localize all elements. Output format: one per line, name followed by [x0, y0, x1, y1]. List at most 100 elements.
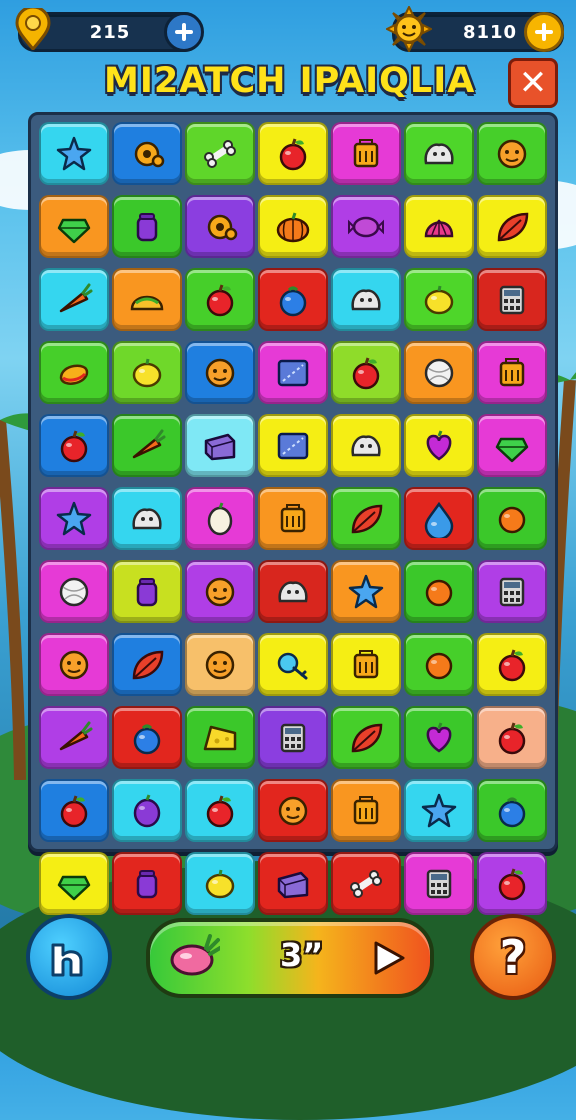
tile[interactable] [39, 852, 109, 915]
tile[interactable] [112, 706, 182, 769]
tile[interactable] [477, 706, 547, 769]
tile[interactable] [185, 195, 255, 258]
tile[interactable] [185, 487, 255, 550]
calc-icon [499, 577, 525, 606]
tile[interactable] [112, 633, 182, 696]
gem-icon [495, 437, 529, 462]
tile[interactable] [331, 487, 401, 550]
tile[interactable] [185, 414, 255, 477]
tile[interactable] [185, 268, 255, 331]
question-icon: ? [499, 930, 527, 984]
add-right-currency-button[interactable] [524, 12, 564, 52]
tile[interactable] [258, 341, 328, 404]
tile[interactable] [331, 633, 401, 696]
tile[interactable] [39, 341, 109, 404]
tile[interactable] [477, 414, 547, 477]
tile[interactable] [39, 633, 109, 696]
tile[interactable] [331, 560, 401, 623]
tile[interactable] [404, 341, 474, 404]
tile[interactable] [477, 195, 547, 258]
tile[interactable] [331, 779, 401, 842]
tile[interactable] [331, 341, 401, 404]
tile[interactable] [331, 122, 401, 185]
tile[interactable] [112, 560, 182, 623]
tile[interactable] [112, 341, 182, 404]
tile[interactable] [39, 779, 109, 842]
tile[interactable] [404, 706, 474, 769]
tile[interactable] [258, 560, 328, 623]
tile[interactable] [477, 487, 547, 550]
tile[interactable] [39, 268, 109, 331]
tile[interactable] [39, 560, 109, 623]
add-left-currency-button[interactable] [164, 12, 204, 52]
tile[interactable] [185, 779, 255, 842]
blob-icon [278, 580, 308, 602]
tile[interactable] [404, 633, 474, 696]
tile[interactable] [185, 633, 255, 696]
tile[interactable] [404, 195, 474, 258]
tile[interactable] [477, 341, 547, 404]
tile[interactable] [404, 414, 474, 477]
tile[interactable] [477, 560, 547, 623]
tile[interactable] [112, 268, 182, 331]
tile[interactable] [331, 414, 401, 477]
tile[interactable] [331, 706, 401, 769]
tile[interactable] [39, 487, 109, 550]
tile[interactable] [258, 487, 328, 550]
tile[interactable] [185, 341, 255, 404]
tile[interactable] [404, 268, 474, 331]
face-icon [59, 650, 89, 679]
tile[interactable] [477, 852, 547, 915]
tile[interactable] [112, 487, 182, 550]
apple-icon [60, 795, 88, 827]
tile[interactable] [404, 122, 474, 185]
carrot-icon [59, 721, 93, 750]
tile[interactable] [404, 487, 474, 550]
pin-coin-icon [15, 8, 51, 50]
tile[interactable] [258, 706, 328, 769]
tile[interactable] [404, 560, 474, 623]
leaf-icon [351, 504, 383, 533]
help-button[interactable]: ? [470, 914, 556, 1000]
tile[interactable] [39, 122, 109, 185]
tile[interactable] [331, 852, 401, 915]
close-button[interactable]: ✕ [508, 58, 558, 108]
home-button[interactable] [26, 914, 112, 1000]
plus-icon [175, 23, 193, 41]
tile[interactable] [331, 268, 401, 331]
tile[interactable] [258, 122, 328, 185]
tile[interactable] [404, 779, 474, 842]
tile[interactable] [258, 779, 328, 842]
tile[interactable] [331, 195, 401, 258]
tile[interactable] [477, 779, 547, 842]
tile[interactable] [258, 195, 328, 258]
tile[interactable] [404, 852, 474, 915]
tile[interactable] [185, 560, 255, 623]
radish-icon [170, 934, 220, 976]
tile[interactable] [477, 268, 547, 331]
play-timer-button[interactable]: 3” [146, 918, 434, 998]
heart-icon [426, 429, 452, 461]
tile[interactable] [112, 779, 182, 842]
tile[interactable] [185, 122, 255, 185]
tile[interactable] [258, 414, 328, 477]
tile[interactable] [39, 706, 109, 769]
jar-icon [136, 869, 158, 898]
tile[interactable] [258, 633, 328, 696]
tile[interactable] [477, 122, 547, 185]
tile[interactable] [112, 122, 182, 185]
tile[interactable] [112, 195, 182, 258]
tile[interactable] [185, 852, 255, 915]
tile[interactable] [477, 633, 547, 696]
tile[interactable] [185, 706, 255, 769]
tile[interactable] [39, 195, 109, 258]
close-icon: ✕ [518, 63, 548, 103]
tile[interactable] [39, 414, 109, 477]
tile[interactable] [258, 852, 328, 915]
box-icon [353, 795, 379, 824]
tile[interactable] [258, 268, 328, 331]
tile[interactable] [112, 414, 182, 477]
tile[interactable] [112, 852, 182, 915]
berry-icon [279, 286, 307, 316]
ball-icon [424, 358, 454, 387]
